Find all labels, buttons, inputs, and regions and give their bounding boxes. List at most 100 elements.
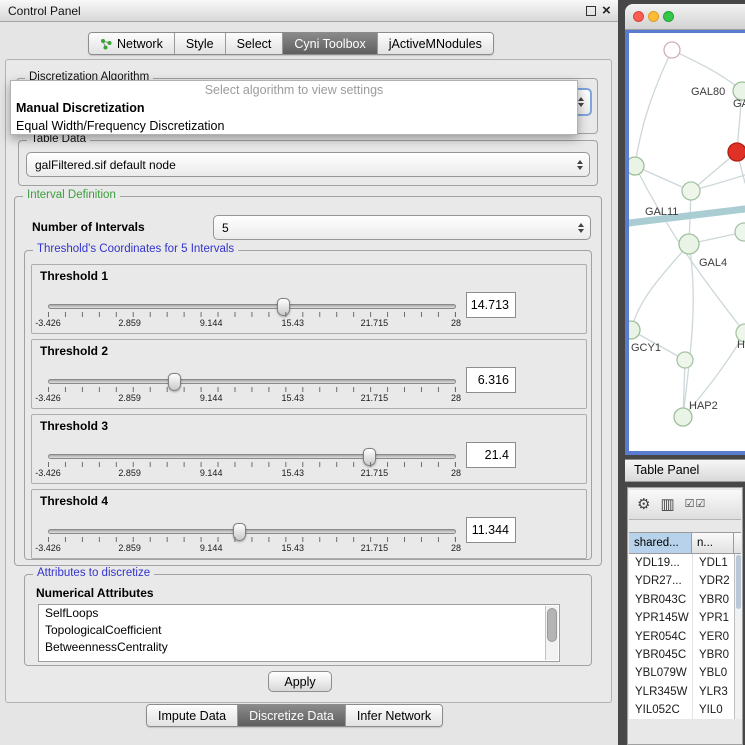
tick-label: -3.426 <box>35 393 61 403</box>
threshold-value-field[interactable]: 14.713 <box>466 292 516 318</box>
minimize-traffic-light-icon[interactable] <box>648 11 659 22</box>
network-node[interactable] <box>728 143 745 161</box>
close-traffic-light-icon[interactable] <box>633 11 644 22</box>
scrollbar-thumb[interactable] <box>547 608 557 642</box>
table-row[interactable]: YDR27...YDR2 <box>629 572 734 590</box>
threshold-value-field[interactable]: 21.4 <box>466 442 516 468</box>
threshold-value-field[interactable]: 6.316 <box>466 367 516 393</box>
select-columns-icon[interactable]: ☑ ☑ <box>685 499 705 510</box>
dropdown-option-manual-discretization[interactable]: Manual Discretization <box>11 99 577 117</box>
number-of-intervals-combobox[interactable]: 5 <box>213 215 591 240</box>
scrollbar-thumb[interactable] <box>736 555 741 609</box>
table-row[interactable]: YBL079WYBL0 <box>629 664 734 682</box>
apply-button[interactable]: Apply <box>268 671 332 692</box>
table-header-row: shared... n... <box>629 532 741 554</box>
tab-infer-network[interactable]: Infer Network <box>346 705 442 726</box>
table-cell[interactable]: YBR0 <box>692 646 734 664</box>
table-row[interactable]: YER054CYER0 <box>629 628 734 646</box>
float-window-icon[interactable] <box>586 6 596 16</box>
table-scrollbar[interactable] <box>734 554 742 719</box>
network-canvas[interactable]: GAL80GAGAL11GAL4GCY1HAP2H <box>629 33 745 451</box>
attribute-list-item[interactable]: SelfLoops <box>39 605 559 622</box>
table-cell[interactable]: YDR27... <box>629 572 692 590</box>
tab-label: Impute Data <box>158 709 226 723</box>
close-icon[interactable]: × <box>602 0 611 22</box>
table-cell[interactable]: YIL0 <box>692 701 734 719</box>
attribute-list-item[interactable]: TopologicalCoefficient <box>39 622 559 639</box>
network-node[interactable] <box>735 223 745 241</box>
column-header-name[interactable]: n... <box>692 532 734 554</box>
list-scrollbar[interactable] <box>545 606 558 660</box>
network-node[interactable] <box>679 234 699 254</box>
table-cell[interactable]: YBR0 <box>692 591 734 609</box>
group-title: Threshold's Coordinates for 5 Intervals <box>33 243 238 255</box>
table-data-combobox[interactable]: galFiltered.sif default node <box>26 152 590 177</box>
threshold-slider[interactable] <box>48 529 456 534</box>
tick-label: 28 <box>451 543 461 553</box>
threshold-slider[interactable] <box>48 304 456 309</box>
network-node[interactable] <box>629 321 640 339</box>
tab-cyni-toolbox[interactable]: Cyni Toolbox <box>283 33 377 54</box>
tick-label: 15.43 <box>282 468 305 478</box>
network-node-label: HAP2 <box>689 400 718 412</box>
table-panel-header: Table Panel <box>625 459 745 482</box>
table-cell[interactable]: YDL1 <box>692 554 734 572</box>
tab-discretize-data[interactable]: Discretize Data <box>238 705 346 726</box>
tab-impute-data[interactable]: Impute Data <box>147 705 238 726</box>
threshold-value-field[interactable]: 11.344 <box>466 517 516 543</box>
table-cell[interactable]: YER0 <box>692 628 734 646</box>
table-cell[interactable]: YBR045C <box>629 646 692 664</box>
threshold-label: Threshold 3 <box>40 419 108 433</box>
network-node[interactable] <box>682 182 700 200</box>
table-row[interactable]: YDL19...YDL1 <box>629 554 734 572</box>
tab-network[interactable]: Network <box>89 33 175 54</box>
table-cell[interactable]: YLR3 <box>692 683 734 701</box>
slider-tick-labels: -3.4262.8599.14415.4321.71528 <box>48 468 456 479</box>
table-row[interactable]: YIL052CYIL0 <box>629 701 734 719</box>
table-cell[interactable]: YBL079W <box>629 664 692 682</box>
thresholds-group: Threshold's Coordinates for 5 Intervals … <box>24 250 592 560</box>
table-cell[interactable]: YER054C <box>629 628 692 646</box>
table-cell[interactable]: YIL052C <box>629 701 692 719</box>
table-cell[interactable]: YDR2 <box>692 572 734 590</box>
table-cell[interactable]: YPR1 <box>692 609 734 627</box>
tab-jactivemnodules[interactable]: jActiveMNodules <box>378 33 493 54</box>
tick-label: 2.859 <box>118 318 141 328</box>
column-header-shared-name[interactable]: shared... <box>629 532 692 554</box>
dropdown-option-equal-width[interactable]: Equal Width/Frequency Discretization <box>11 117 577 135</box>
attribute-list-item[interactable]: BetweennessCentrality <box>39 639 559 656</box>
zoom-traffic-light-icon[interactable] <box>663 11 674 22</box>
network-node-label: H <box>737 339 745 351</box>
tab-select[interactable]: Select <box>226 33 284 54</box>
table-cell[interactable]: YLR345W <box>629 683 692 701</box>
table-cell[interactable]: YPR145W <box>629 609 692 627</box>
network-node[interactable] <box>677 352 693 368</box>
threshold-slider[interactable] <box>48 379 456 384</box>
column-header-filler <box>734 532 741 554</box>
threshold-slider[interactable] <box>48 454 456 459</box>
table-cell[interactable]: YDL19... <box>629 554 692 572</box>
numerical-attributes-list: SelfLoopsTopologicalCoefficientBetweenne… <box>38 604 560 662</box>
table-row[interactable]: YBR045CYBR0 <box>629 646 734 664</box>
table-row[interactable]: YPR145WYPR1 <box>629 609 734 627</box>
gear-icon[interactable]: ⚙ <box>637 497 650 512</box>
table-cell[interactable]: YBL0 <box>692 664 734 682</box>
table-cell[interactable]: YBR043C <box>629 591 692 609</box>
table-toolbar: ⚙ ▥ ☑ ☑ <box>629 490 741 520</box>
tab-label: Discretize Data <box>249 709 334 723</box>
tick-label: 21.715 <box>361 318 389 328</box>
slider-tick-labels: -3.4262.8599.14415.4321.71528 <box>48 543 456 554</box>
network-node[interactable] <box>664 42 680 58</box>
network-edge <box>672 50 742 91</box>
group-title: Attributes to discretize <box>33 567 154 579</box>
tick-label: 28 <box>451 318 461 328</box>
table-row[interactable]: YBR043CYBR0 <box>629 591 734 609</box>
tab-style[interactable]: Style <box>175 33 226 54</box>
columns-icon[interactable]: ▥ <box>660 497 674 512</box>
network-node[interactable] <box>629 157 644 175</box>
slider-ticks <box>48 462 456 467</box>
window-title: Control Panel <box>8 0 81 22</box>
table-row[interactable]: YLR345WYLR3 <box>629 683 734 701</box>
tick-label: 9.144 <box>200 393 223 403</box>
control-panel: Control Panel × Network Style Select Cyn… <box>0 0 618 745</box>
